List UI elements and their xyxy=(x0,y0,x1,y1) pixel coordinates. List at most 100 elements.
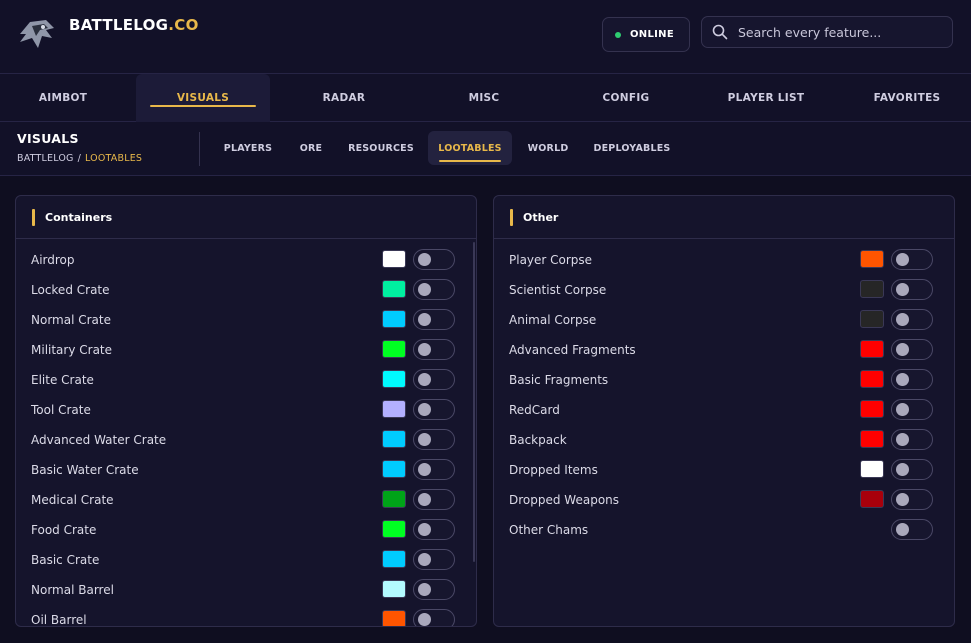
list-item-airdrop: Airdrop xyxy=(16,245,476,275)
color-swatch-advanced-fragments[interactable] xyxy=(860,340,884,358)
tab-aimbot[interactable]: AIMBOT xyxy=(0,74,130,122)
toggle-locked-crate[interactable] xyxy=(413,279,455,300)
color-swatch-basic-crate[interactable] xyxy=(382,550,406,568)
color-swatch-basic-fragments[interactable] xyxy=(860,370,884,388)
toggle-oil-barrel[interactable] xyxy=(413,609,455,626)
toggle-basic-crate[interactable] xyxy=(413,549,455,570)
toggle-food-crate[interactable] xyxy=(413,519,455,540)
subtab-players[interactable]: PLAYERS xyxy=(214,131,282,165)
list-item-redcard: RedCard xyxy=(494,395,954,425)
toggle-other-chams[interactable] xyxy=(891,519,933,540)
toggle-normal-crate[interactable] xyxy=(413,309,455,330)
list-item-backpack: Backpack xyxy=(494,425,954,455)
toggle-airdrop[interactable] xyxy=(413,249,455,270)
list-item-basic-crate: Basic Crate xyxy=(16,545,476,575)
scrollbar[interactable] xyxy=(473,242,475,562)
item-label: Advanced Fragments xyxy=(509,343,636,357)
subtab-lootables-label: LOOTABLES xyxy=(438,142,502,154)
toggle-scientist-corpse[interactable] xyxy=(891,279,933,300)
color-swatch-tool-crate[interactable] xyxy=(382,400,406,418)
list-item-advanced-water-crate: Advanced Water Crate xyxy=(16,425,476,455)
list-item-other-chams: Other Chams xyxy=(494,515,954,545)
toggle-medical-crate[interactable] xyxy=(413,489,455,510)
tab-favorites-label: FAVORITES xyxy=(873,92,941,104)
color-swatch-basic-water-crate[interactable] xyxy=(382,460,406,478)
toggle-tool-crate[interactable] xyxy=(413,399,455,420)
toggle-animal-corpse[interactable] xyxy=(891,309,933,330)
brand-name: BATTLELOG.CO xyxy=(69,16,199,34)
list-item-normal-crate: Normal Crate xyxy=(16,305,476,335)
tab-config[interactable]: CONFIG xyxy=(559,74,693,122)
subtab-ore[interactable]: ORE xyxy=(289,131,333,165)
toggle-knob xyxy=(418,433,431,446)
color-swatch-medical-crate[interactable] xyxy=(382,490,406,508)
breadcrumb-root[interactable]: BATTLELOG xyxy=(17,153,74,164)
online-dot-icon xyxy=(615,31,621,38)
color-swatch-elite-crate[interactable] xyxy=(382,370,406,388)
toggle-basic-water-crate[interactable] xyxy=(413,459,455,480)
toggle-normal-barrel[interactable] xyxy=(413,579,455,600)
toggle-elite-crate[interactable] xyxy=(413,369,455,390)
page-title: VISUALS xyxy=(17,131,79,146)
toggle-basic-fragments[interactable] xyxy=(891,369,933,390)
toggle-knob xyxy=(896,253,909,266)
search-input[interactable] xyxy=(738,24,938,40)
color-swatch-player-corpse[interactable] xyxy=(860,250,884,268)
subtab-resources[interactable]: RESOURCES xyxy=(341,131,421,165)
color-swatch-scientist-corpse[interactable] xyxy=(860,280,884,298)
brand-name-suffix: .CO xyxy=(168,16,199,34)
color-swatch-backpack[interactable] xyxy=(860,430,884,448)
list-item-player-corpse: Player Corpse xyxy=(494,245,954,275)
toggle-military-crate[interactable] xyxy=(413,339,455,360)
accent-bar xyxy=(32,208,35,226)
color-swatch-locked-crate[interactable] xyxy=(382,280,406,298)
item-label: Normal Barrel xyxy=(31,583,114,597)
divider xyxy=(199,132,200,166)
list-item-oil-barrel: Oil Barrel xyxy=(16,605,476,626)
color-swatch-advanced-water-crate[interactable] xyxy=(382,430,406,448)
item-label: Tool Crate xyxy=(31,403,91,417)
color-swatch-military-crate[interactable] xyxy=(382,340,406,358)
tab-favorites[interactable]: FAVORITES xyxy=(840,74,971,122)
tab-player-list-label: PLAYER LIST xyxy=(727,92,805,104)
color-swatch-food-crate[interactable] xyxy=(382,520,406,538)
item-label: Medical Crate xyxy=(31,493,114,507)
accent-bar xyxy=(510,208,513,226)
toggle-knob xyxy=(418,523,431,536)
color-swatch-dropped-weapons[interactable] xyxy=(860,490,884,508)
item-label: Backpack xyxy=(509,433,567,447)
subtab-world-label: WORLD xyxy=(527,142,569,154)
item-label: Player Corpse xyxy=(509,253,593,267)
tab-misc[interactable]: MISC xyxy=(417,74,551,122)
tab-visuals-label: VISUALS xyxy=(176,92,230,104)
toggle-dropped-items[interactable] xyxy=(891,459,933,480)
color-swatch-oil-barrel[interactable] xyxy=(382,610,406,626)
subtab-deployables[interactable]: DEPLOYABLES xyxy=(584,131,680,165)
subtab-lootables[interactable]: LOOTABLES xyxy=(428,131,512,165)
panel-title: Other xyxy=(523,210,559,224)
color-swatch-normal-barrel[interactable] xyxy=(382,580,406,598)
toggle-player-corpse[interactable] xyxy=(891,249,933,270)
toggle-redcard[interactable] xyxy=(891,399,933,420)
color-swatch-redcard[interactable] xyxy=(860,400,884,418)
color-swatch-animal-corpse[interactable] xyxy=(860,310,884,328)
toggle-knob xyxy=(418,403,431,416)
toggle-backpack[interactable] xyxy=(891,429,933,450)
search-icon xyxy=(712,24,728,40)
subtab-world[interactable]: WORLD xyxy=(520,131,576,165)
tab-visuals[interactable]: VISUALS xyxy=(136,74,270,122)
toggle-advanced-water-crate[interactable] xyxy=(413,429,455,450)
color-swatch-airdrop[interactable] xyxy=(382,250,406,268)
toggle-advanced-fragments[interactable] xyxy=(891,339,933,360)
other-list: Player Corpse Scientist Corpse Animal Corp… xyxy=(494,239,954,545)
panel-header: Containers xyxy=(16,196,476,239)
item-label: Dropped Items xyxy=(509,463,598,477)
search-box[interactable] xyxy=(701,16,953,48)
tab-player-list[interactable]: PLAYER LIST xyxy=(699,74,833,122)
color-swatch-normal-crate[interactable] xyxy=(382,310,406,328)
toggle-dropped-weapons[interactable] xyxy=(891,489,933,510)
tab-radar[interactable]: RADAR xyxy=(277,74,411,122)
color-swatch-dropped-items[interactable] xyxy=(860,460,884,478)
tab-radar-label: RADAR xyxy=(322,92,366,104)
logo-icon xyxy=(20,20,54,48)
